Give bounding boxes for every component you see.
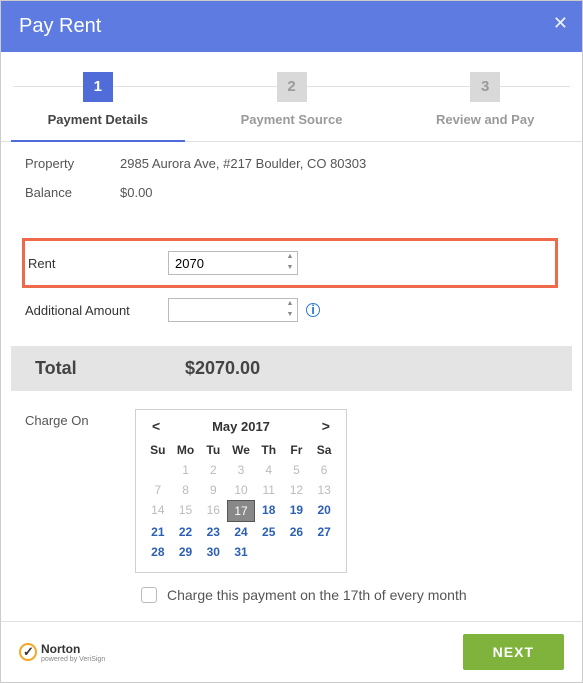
calendar-day[interactable]: 7 (144, 480, 172, 500)
norton-check-icon (19, 643, 37, 661)
balance-row: Balance $0.00 (25, 185, 558, 200)
norton-powered: powered by VeriSign (41, 656, 105, 663)
calendar-dow: Sa (310, 440, 338, 460)
calendar-day[interactable]: 29 (172, 542, 200, 562)
charge-on-label: Charge On (25, 409, 135, 573)
calendar-day[interactable]: 25 (255, 522, 283, 542)
calendar-grid: SuMoTuWeThFrSa12345678910111213141516171… (144, 440, 338, 562)
calendar-next-icon[interactable]: > (318, 418, 334, 434)
calendar-day (144, 460, 172, 480)
calendar-day[interactable]: 17 (227, 500, 255, 522)
rent-input[interactable] (168, 251, 298, 275)
total-bar: Total $2070.00 (11, 346, 572, 391)
calendar-day[interactable]: 10 (227, 480, 255, 500)
calendar-day[interactable]: 2 (199, 460, 227, 480)
norton-brand: Norton (41, 642, 105, 656)
calendar-day[interactable]: 26 (283, 522, 311, 542)
modal-header: Pay Rent ✕ (1, 1, 582, 52)
calendar-dow: Fr (283, 440, 311, 460)
total-label: Total (35, 358, 185, 379)
step-review-pay[interactable]: 3 Review and Pay (388, 64, 582, 141)
calendar-day[interactable]: 27 (310, 522, 338, 542)
calendar-day[interactable]: 13 (310, 480, 338, 500)
calendar-day[interactable]: 23 (199, 522, 227, 542)
calendar-day[interactable]: 15 (172, 500, 200, 522)
calendar-day[interactable]: 11 (255, 480, 283, 500)
calendar-day[interactable]: 16 (199, 500, 227, 522)
calendar-day (310, 542, 338, 562)
rent-step-up-icon[interactable]: ▲ (283, 252, 297, 263)
rent-step-down-icon[interactable]: ▼ (283, 263, 297, 274)
property-value: 2985 Aurora Ave, #217 Boulder, CO 80303 (120, 156, 558, 171)
calendar-day[interactable]: 3 (227, 460, 255, 480)
amount-fields: Rent ▲ ▼ Additional Amount ▲ ▼ i (1, 228, 582, 332)
rent-input-wrap: ▲ ▼ (168, 251, 298, 275)
calendar-day[interactable]: 12 (283, 480, 311, 500)
calendar-dow: Tu (199, 440, 227, 460)
calendar-day[interactable]: 22 (172, 522, 200, 542)
calendar-day (255, 542, 283, 562)
calendar-day[interactable]: 9 (199, 480, 227, 500)
calendar-dow: Mo (172, 440, 200, 460)
step-label: Payment Details (1, 112, 195, 127)
additional-label: Additional Amount (25, 303, 168, 318)
step-label: Payment Source (195, 112, 389, 127)
property-row: Property 2985 Aurora Ave, #217 Boulder, … (25, 156, 558, 171)
step-number: 3 (470, 72, 500, 102)
calendar-day[interactable]: 28 (144, 542, 172, 562)
additional-input-wrap: ▲ ▼ (168, 298, 298, 322)
calendar-day[interactable]: 1 (172, 460, 200, 480)
charge-on-section: Charge On < May 2017 > SuMoTuWeThFrSa123… (1, 391, 582, 583)
balance-label: Balance (25, 185, 120, 200)
calendar-dow: Th (255, 440, 283, 460)
calendar-header: < May 2017 > (144, 416, 338, 440)
details-section: Property 2985 Aurora Ave, #217 Boulder, … (1, 142, 582, 228)
recurring-checkbox[interactable] (141, 587, 157, 603)
calendar-day[interactable]: 14 (144, 500, 172, 522)
next-button[interactable]: NEXT (463, 634, 564, 670)
additional-step-down-icon[interactable]: ▼ (283, 310, 297, 321)
step-payment-details[interactable]: 1 Payment Details (1, 64, 195, 141)
calendar-day[interactable]: 24 (227, 522, 255, 542)
additional-step-up-icon[interactable]: ▲ (283, 299, 297, 310)
calendar-day[interactable]: 30 (199, 542, 227, 562)
step-indicator: 1 Payment Details 2 Payment Source 3 Rev… (1, 64, 582, 142)
calendar-prev-icon[interactable]: < (148, 418, 164, 434)
recurring-label: Charge this payment on the 17th of every… (167, 587, 467, 603)
calendar-day[interactable]: 8 (172, 480, 200, 500)
calendar-day[interactable]: 18 (255, 500, 283, 522)
calendar-day[interactable]: 5 (283, 460, 311, 480)
norton-badge: Norton powered by VeriSign (19, 642, 105, 663)
rent-label: Rent (25, 256, 168, 271)
calendar-day[interactable]: 21 (144, 522, 172, 542)
calendar-day (283, 542, 311, 562)
additional-row: Additional Amount ▲ ▼ i (25, 298, 558, 322)
calendar-day[interactable]: 4 (255, 460, 283, 480)
calendar-dow: We (227, 440, 255, 460)
property-label: Property (25, 156, 120, 171)
calendar-day[interactable]: 20 (310, 500, 338, 522)
step-number: 1 (83, 72, 113, 102)
calendar-month: May 2017 (212, 419, 270, 434)
recurring-row: Charge this payment on the 17th of every… (1, 583, 582, 621)
calendar-day[interactable]: 6 (310, 460, 338, 480)
calendar-day[interactable]: 31 (227, 542, 255, 562)
step-label: Review and Pay (388, 112, 582, 127)
calendar-day[interactable]: 19 (283, 500, 311, 522)
step-payment-source[interactable]: 2 Payment Source (195, 64, 389, 141)
total-value: $2070.00 (185, 358, 260, 379)
balance-value: $0.00 (120, 185, 558, 200)
modal-title: Pay Rent (19, 15, 564, 38)
info-icon[interactable]: i (306, 303, 320, 317)
close-icon[interactable]: ✕ (553, 13, 568, 34)
step-number: 2 (277, 72, 307, 102)
calendar: < May 2017 > SuMoTuWeThFrSa1234567891011… (135, 409, 347, 573)
rent-row: Rent ▲ ▼ (22, 238, 558, 288)
additional-input[interactable] (168, 298, 298, 322)
calendar-dow: Su (144, 440, 172, 460)
pay-rent-modal: Pay Rent ✕ 1 Payment Details 2 Payment S… (0, 0, 583, 683)
modal-footer: Norton powered by VeriSign NEXT (1, 621, 582, 682)
